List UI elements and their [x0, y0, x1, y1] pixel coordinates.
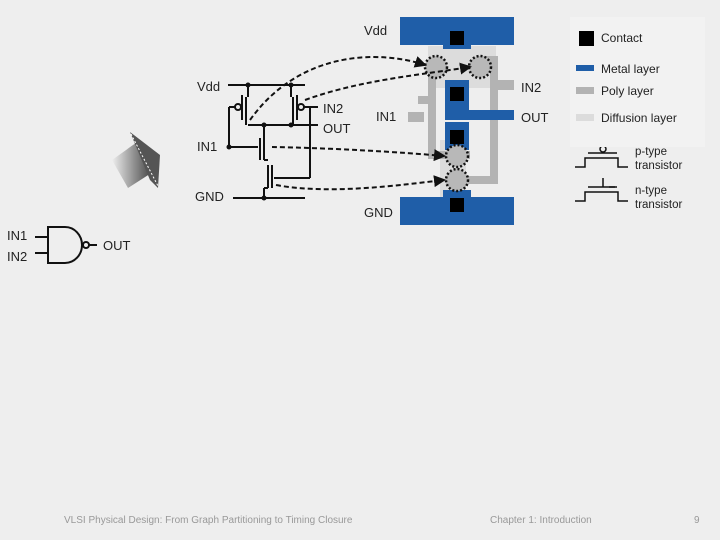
- legend-diffusion-label: Diffusion layer: [601, 111, 677, 125]
- layout-gnd-label: GND: [364, 205, 393, 220]
- layout-vdd-label: Vdd: [364, 23, 388, 38]
- poly-swatch: [576, 87, 594, 94]
- contact: [450, 130, 464, 144]
- schematic-in2-label: IN2: [323, 101, 344, 116]
- transform-arrow-icon: [112, 132, 160, 188]
- transistor-marker: [467, 54, 493, 80]
- transistor-schematic: [228, 84, 318, 199]
- footer-page-number: 9: [694, 515, 700, 526]
- layout-in2-label: IN2: [521, 80, 542, 95]
- contact: [450, 87, 464, 101]
- contact: [450, 198, 464, 212]
- legend-ntype-label: n-type transistor: [635, 184, 682, 212]
- schematic-gnd-label: GND: [195, 189, 224, 204]
- ntype-line1: n-type: [635, 185, 667, 197]
- transistor-marker: [423, 54, 449, 80]
- gate-in1-label: IN1: [7, 228, 28, 243]
- schematic-vdd-label: Vdd: [197, 79, 221, 94]
- layout-in1-label: IN1: [376, 109, 397, 124]
- legend: Contact Metal layer Poly layer Diffusion…: [570, 17, 705, 147]
- metal-swatch: [576, 65, 594, 71]
- contact: [450, 31, 464, 45]
- gate-in2-label: IN2: [7, 249, 28, 264]
- legend-poly-label: Poly layer: [601, 84, 654, 98]
- legend-metal-label: Metal layer: [601, 62, 660, 76]
- contact-swatch: [579, 31, 594, 46]
- ptype-line1: p-type: [635, 146, 667, 158]
- ptype-line2: transistor: [635, 160, 683, 172]
- footer-book-title: VLSI Physical Design: From Graph Partiti…: [64, 515, 353, 526]
- nand-gate-symbol: [35, 226, 97, 264]
- ntype-line2: transistor: [635, 199, 683, 211]
- transistor-marker: [444, 143, 470, 169]
- layout-out-label: OUT: [521, 110, 549, 125]
- schematic-in1-label: IN1: [197, 139, 218, 154]
- footer-chapter: Chapter 1: Introduction: [490, 515, 592, 526]
- diffusion-swatch: [576, 114, 594, 121]
- legend-ptype-label: p-type transistor: [635, 145, 682, 173]
- layout-view: [400, 17, 514, 225]
- schematic-out-label: OUT: [323, 121, 351, 136]
- gate-out-label: OUT: [103, 238, 131, 253]
- legend-contact-label: Contact: [601, 31, 643, 45]
- transistor-marker: [444, 167, 470, 193]
